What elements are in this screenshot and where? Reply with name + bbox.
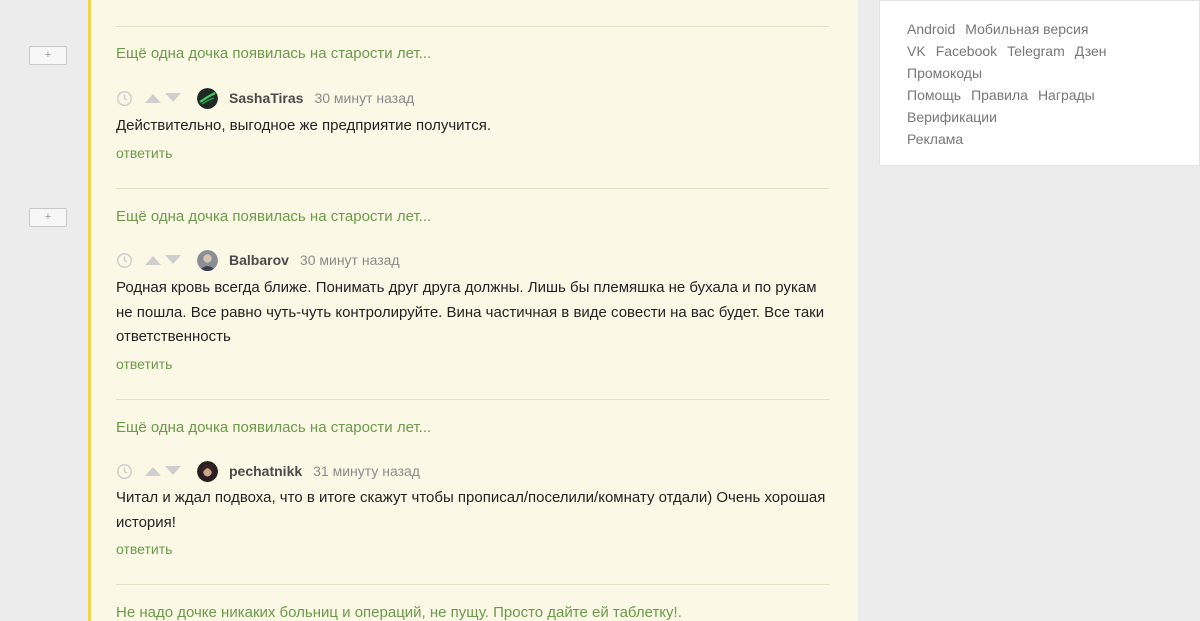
comment-meta: Balbarov 30 минут назад <box>116 249 400 271</box>
avatar[interactable] <box>197 249 218 271</box>
parent-post-link[interactable]: Не надо дочке никаких больниц и операций… <box>116 604 682 621</box>
sidebar-row: VK Facebook Telegram Дзен <box>907 43 1117 59</box>
clock-icon <box>116 463 133 479</box>
parent-post-link[interactable]: Ещё одна дочка появилась на старости лет… <box>116 208 431 225</box>
avatar[interactable] <box>197 460 218 482</box>
comment-meta: SashaTiras 30 минут назад <box>116 87 414 109</box>
comment-divider <box>116 188 829 189</box>
link-dzen[interactable]: Дзен <box>1075 43 1107 59</box>
username[interactable]: SashaTiras <box>229 90 303 106</box>
upvote-icon[interactable] <box>145 465 161 477</box>
link-telegram[interactable]: Telegram <box>1007 43 1065 59</box>
comment-meta: pechatnikk 31 минуту назад <box>116 460 420 482</box>
downvote-icon[interactable] <box>165 92 181 104</box>
comment-text: Родная кровь всегда ближе. Понимать друг… <box>116 279 825 345</box>
username[interactable]: Balbarov <box>229 252 289 268</box>
username[interactable]: pechatnikk <box>229 463 302 479</box>
reply-link[interactable]: ответить <box>116 145 172 161</box>
sidebar-row: Android Мобильная версия <box>907 21 1098 37</box>
link-advertising[interactable]: Реклама <box>907 131 963 147</box>
downvote-icon[interactable] <box>165 465 181 477</box>
avatar[interactable] <box>197 87 218 109</box>
sidebar-row: Помощь Правила Награды <box>907 87 1105 103</box>
link-facebook[interactable]: Facebook <box>936 43 997 59</box>
comment-divider <box>116 584 829 585</box>
link-awards[interactable]: Награды <box>1038 87 1095 103</box>
timestamp: 30 минут назад <box>299 252 400 268</box>
sidebar-row: Промокоды <box>907 65 992 81</box>
upvote-icon[interactable] <box>145 92 161 104</box>
clock-icon <box>116 90 133 106</box>
link-promocodes[interactable]: Промокоды <box>907 65 982 81</box>
timestamp: 30 минут назад <box>314 90 415 106</box>
sidebar-row: Реклама <box>907 131 973 147</box>
parent-post-link[interactable]: Ещё одна дочка появилась на старости лет… <box>116 419 431 436</box>
expand-button[interactable]: + <box>29 46 67 65</box>
link-mobile-version[interactable]: Мобильная версия <box>965 21 1088 37</box>
reply-link[interactable]: ответить <box>116 541 172 557</box>
timestamp: 31 минуту назад <box>313 463 420 479</box>
link-verifications[interactable]: Верификации <box>907 109 997 125</box>
link-vk[interactable]: VK <box>907 43 926 59</box>
sidebar-row: Верификации <box>907 109 1007 125</box>
link-android[interactable]: Android <box>907 21 955 37</box>
expand-button[interactable]: + <box>29 208 67 227</box>
link-rules[interactable]: Правила <box>971 87 1028 103</box>
comment-text: Действительно, выгодное же предприятие п… <box>116 117 492 134</box>
downvote-icon[interactable] <box>165 254 181 266</box>
upvote-icon[interactable] <box>145 254 161 266</box>
link-help[interactable]: Помощь <box>907 87 961 103</box>
parent-post-link[interactable]: Ещё одна дочка появилась на старости лет… <box>116 45 431 62</box>
clock-icon <box>116 252 133 268</box>
comment-divider <box>116 399 829 400</box>
reply-link[interactable]: ответить <box>116 356 172 372</box>
comment-divider <box>116 26 829 27</box>
comment-text: Читал и ждал подвоха, что в итоге скажут… <box>116 489 826 531</box>
